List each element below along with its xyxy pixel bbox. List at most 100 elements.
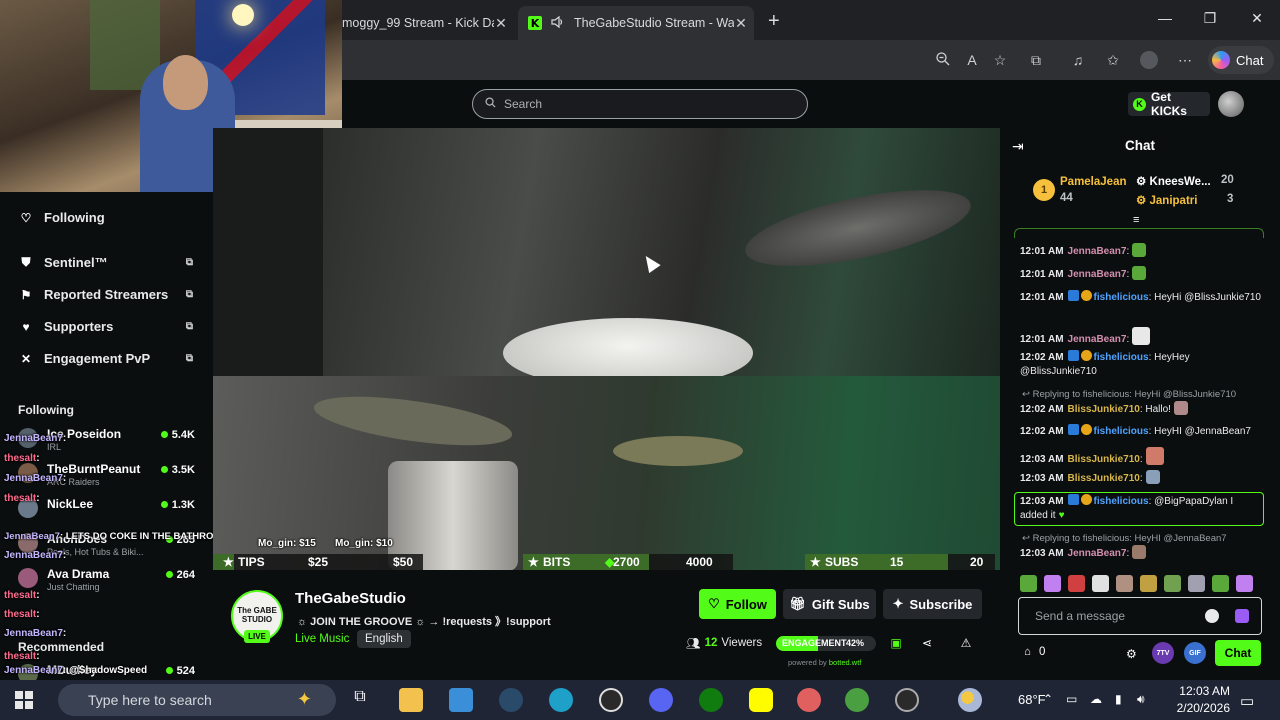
expand-leaders-icon[interactable]: ≡ [1133, 214, 1139, 226]
restore-icon[interactable]: ❐ [1200, 10, 1220, 27]
message-user[interactable]: JennaBean7 [1068, 246, 1127, 257]
sidebar-item-following[interactable]: ♡ Following [20, 210, 193, 225]
leader-name[interactable]: PamelaJean [1060, 176, 1127, 188]
emoji-picker-icon[interactable] [1205, 609, 1219, 623]
message-user[interactable]: fishelicious [1094, 496, 1149, 507]
notifications-icon[interactable]: ▭ [1240, 692, 1254, 710]
battery-icon[interactable]: ▮ [1115, 692, 1122, 706]
emote-icon[interactable] [1044, 575, 1061, 592]
chat-settings-gear-icon[interactable]: ⚙ [1126, 647, 1137, 661]
clock[interactable]: 12:03 AM 2/20/2026 [1164, 683, 1230, 717]
more-menu-icon[interactable]: ⋯ [1176, 51, 1194, 69]
emote-icon[interactable] [1092, 575, 1109, 592]
message-user[interactable]: fishelicious [1094, 292, 1149, 303]
face-emote-icon [1132, 545, 1147, 559]
leader-name[interactable]: ⚙︎ Janipatri [1136, 193, 1197, 207]
tray-chevron-icon[interactable]: ⌃ [1043, 692, 1053, 706]
gif-extension-icon[interactable]: GIF [1184, 642, 1206, 664]
emote-icon[interactable] [1236, 575, 1253, 592]
sidebar-item-supporters[interactable]: ♥ Supporters ⧉ [20, 319, 193, 334]
emote-icon[interactable] [1020, 575, 1037, 592]
sidebar-item-reported-streamers[interactable]: ⚑ Reported Streamers ⧉ [20, 287, 193, 302]
sidebar-channel-row[interactable]: NickLee 1.3K [18, 496, 195, 526]
share-icon[interactable]: ⋖ [920, 636, 934, 650]
sidebar-item-engagement-pvp[interactable]: ✕ Engagement PvP ⧉ [20, 351, 193, 366]
message-user[interactable]: fishelicious [1094, 352, 1149, 363]
chat-points[interactable]: ⌂ 0 [1024, 646, 1045, 658]
follow-button[interactable]: ♡ Follow [699, 589, 776, 619]
overlay-chat-line: thesalt: [4, 590, 40, 601]
new-tab-button[interactable]: + [768, 10, 780, 33]
reply-text: Replying to fishelicious: HeyHI @JennaBe… [1032, 533, 1227, 544]
message-user[interactable]: BlissJunkie710 [1068, 473, 1140, 484]
xbox-icon[interactable] [699, 688, 723, 712]
extensions-icon[interactable]: ⧉ [1027, 51, 1045, 69]
browser-tab-1[interactable]: moggy_99 Stream - Kick Da ✕ [342, 6, 514, 40]
7tv-extension-icon[interactable]: 7TV [1152, 642, 1174, 664]
task-view-icon[interactable]: ⧉ [348, 688, 372, 712]
discord-icon[interactable] [649, 688, 673, 712]
recorder-icon[interactable] [895, 688, 919, 712]
category-link[interactable]: Live Music [295, 633, 349, 645]
send-chat-button[interactable]: Chat [1215, 640, 1261, 666]
chat-gift-icon[interactable] [1235, 609, 1249, 623]
microsoft-store-icon[interactable] [449, 688, 473, 712]
speaker-icon[interactable] [550, 15, 566, 32]
read-aloud-icon[interactable]: A [963, 51, 981, 69]
channel-name-heading[interactable]: TheGabeStudio [295, 590, 406, 607]
zoom-icon[interactable] [934, 51, 952, 69]
message-user[interactable]: BlissJunkie710 [1068, 454, 1140, 465]
emote-icon[interactable] [1188, 575, 1205, 592]
taskbar-search-input[interactable]: Type here to search ✦ [58, 684, 336, 716]
browser-tab-2[interactable]: K TheGabeStudio Stream - Wat ✕ [518, 6, 754, 40]
minimize-icon[interactable]: — [1155, 10, 1175, 26]
external-link-icon: ⧉ [185, 257, 193, 268]
chat-message-input[interactable]: Send a message [1018, 597, 1262, 635]
emote-icon[interactable] [1068, 575, 1085, 592]
file-explorer-icon[interactable] [399, 688, 423, 712]
gift-subs-button[interactable]: 🎁︎ Gift Subs [783, 589, 876, 619]
language-tag[interactable]: English [357, 630, 411, 648]
message-user[interactable]: JennaBean7 [1068, 334, 1127, 345]
tray-device-icon[interactable]: ▭ [1066, 692, 1077, 706]
leader-name[interactable]: ⚙︎ KneesWe... [1136, 174, 1211, 188]
favorite-star-icon[interactable]: ☆ [991, 51, 1009, 69]
emote-icon[interactable] [1140, 575, 1157, 592]
message-user[interactable]: JennaBean7 [1068, 548, 1127, 559]
message-user[interactable]: BlissJunkie710 [1068, 404, 1140, 415]
message-user[interactable]: fishelicious [1094, 426, 1149, 437]
user-avatar[interactable] [1218, 91, 1244, 117]
favorites-icon[interactable]: ✩ [1104, 51, 1122, 69]
bits-goal-label: BITS [543, 555, 571, 569]
edge-browser-icon[interactable] [549, 688, 573, 712]
windows-start-icon[interactable] [14, 690, 34, 710]
copilot-chat-button[interactable]: Chat [1208, 46, 1274, 74]
obs-icon[interactable] [599, 688, 623, 712]
close-window-icon[interactable]: ✕ [1247, 10, 1267, 27]
emote-icon[interactable] [1212, 575, 1229, 592]
brain-app-icon[interactable] [797, 688, 821, 712]
sidebar-item-sentinel[interactable]: ⛊ Sentinel™ ⧉ [20, 255, 193, 270]
weather-temperature[interactable]: 68°F [1018, 692, 1046, 707]
search-input[interactable]: Search [472, 89, 808, 119]
sidebar-channel-row[interactable]: Ava Drama Just Chatting 264 [18, 566, 195, 596]
onedrive-icon[interactable]: ☁ [1090, 692, 1102, 706]
clip-icon[interactable]: ▣ [889, 636, 903, 650]
volume-icon[interactable]: 🔊︎ [1137, 692, 1145, 707]
emote-icon[interactable] [1116, 575, 1133, 592]
emote-icon[interactable] [1164, 575, 1181, 592]
close-tab-icon[interactable]: ✕ [734, 15, 748, 32]
subscribe-button[interactable]: ✦ Subscribe [883, 589, 982, 619]
media-control-icon[interactable]: ♫ [1069, 51, 1087, 69]
message-user[interactable]: JennaBean7 [1068, 269, 1127, 280]
weather-icon[interactable] [958, 688, 982, 712]
steam-icon[interactable] [499, 688, 523, 712]
game-app-icon[interactable] [845, 688, 869, 712]
collapse-chat-icon[interactable]: ⇥ [1012, 138, 1024, 155]
video-player[interactable] [213, 128, 1000, 570]
close-tab-icon[interactable]: ✕ [494, 15, 508, 32]
get-kicks-button[interactable]: K Get KICKs [1128, 90, 1210, 118]
profile-icon[interactable] [1140, 51, 1158, 69]
snapchat-icon[interactable] [749, 688, 773, 712]
report-warning-icon[interactable]: ⚠ [959, 636, 973, 650]
